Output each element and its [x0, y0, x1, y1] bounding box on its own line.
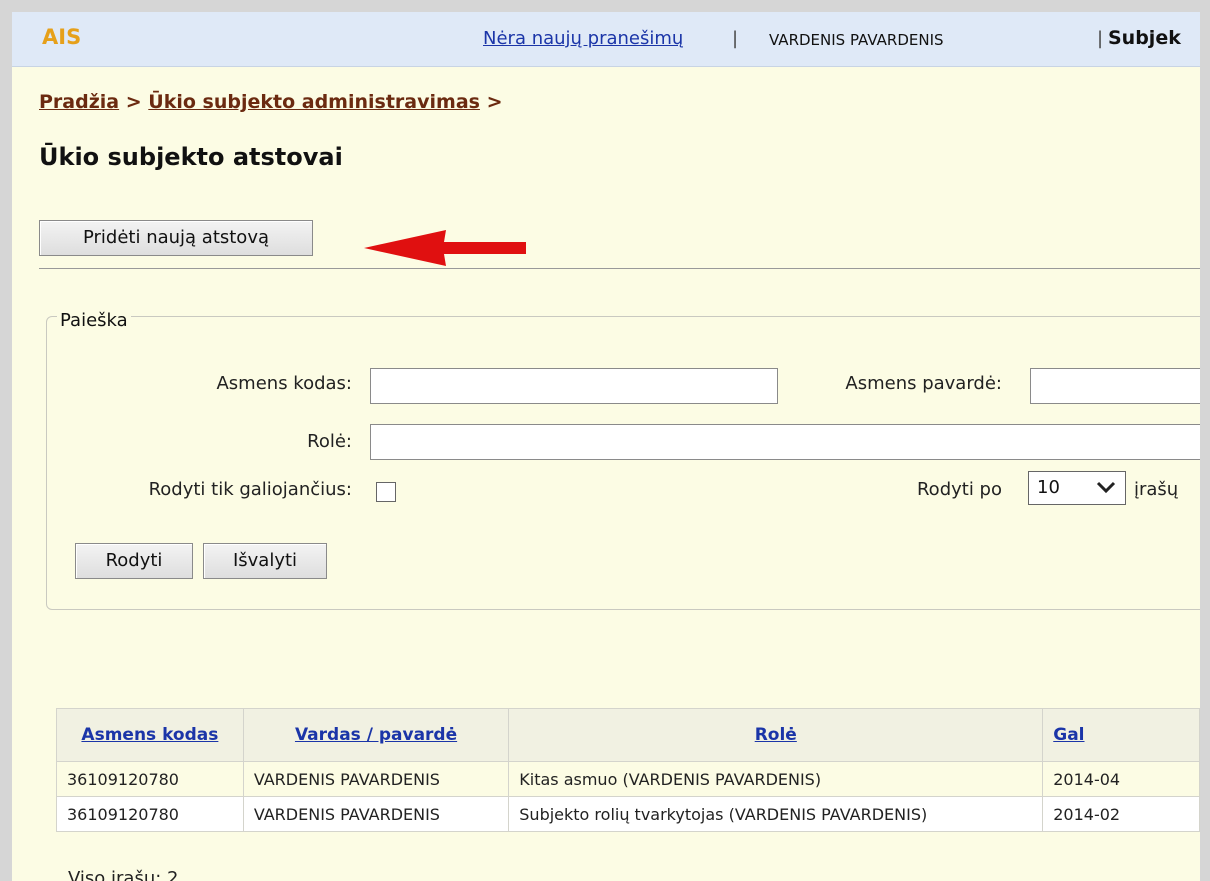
chevron-down-icon	[1096, 481, 1116, 494]
page-title: Ūkio subjekto atstovai	[39, 143, 343, 171]
clear-button[interactable]: Išvalyti	[203, 543, 327, 579]
valid-only-checkbox[interactable]	[376, 482, 396, 502]
personal-code-input[interactable]	[370, 368, 778, 404]
representatives-table: Asmens kodas Vardas / pavardė Rolė Gal 3…	[56, 708, 1200, 832]
page: AIS Nėra naujų pranešimų | VARDENIS PAVA…	[12, 12, 1200, 881]
user-name: VARDENIS PAVARDENIS	[769, 31, 944, 49]
valid-only-label: Rodyti tik galiojančius:	[148, 479, 352, 500]
column-header-role[interactable]: Rolė	[508, 708, 1044, 762]
breadcrumb-separator: >	[486, 91, 503, 113]
role-label: Rolė:	[307, 431, 352, 452]
page-size-suffix: įrašų	[1134, 479, 1179, 500]
red-arrow-icon	[364, 230, 526, 266]
breadcrumb-home-link[interactable]: Pradžia	[39, 91, 119, 113]
divider	[39, 268, 1200, 269]
cell-role: Kitas asmuo (VARDENIS PAVARDENIS)	[508, 761, 1044, 797]
cell-role: Subjekto rolių tvarkytojas (VARDENIS PAV…	[508, 796, 1044, 832]
role-input[interactable]	[370, 424, 1200, 460]
page-size-select[interactable]: 10	[1028, 471, 1126, 505]
search-panel-legend: Paieška	[57, 310, 131, 331]
page-size-value: 10	[1037, 477, 1060, 498]
cell-personal-code: 36109120780	[56, 761, 244, 797]
cell-personal-code: 36109120780	[56, 796, 244, 832]
total-records: Viso įrašų: 2	[68, 868, 179, 881]
cell-name: VARDENIS PAVARDENIS	[242, 761, 510, 797]
column-header-valid[interactable]: Gal	[1042, 708, 1200, 762]
header-separator: |	[732, 28, 739, 49]
top-bar: AIS Nėra naujų pranešimų | VARDENIS PAVA…	[12, 12, 1200, 67]
table-header-row: Asmens kodas Vardas / pavardė Rolė Gal	[56, 708, 1200, 762]
column-header-personal-code[interactable]: Asmens kodas	[56, 708, 244, 762]
surname-label: Asmens pavardė:	[845, 373, 1002, 394]
page-size-label: Rodyti po	[916, 479, 1002, 500]
brand-logo: AIS	[42, 25, 82, 49]
breadcrumb-section-link[interactable]: Ūkio subjekto administravimas	[148, 91, 480, 113]
cell-date: 2014-02	[1042, 796, 1200, 832]
header-separator: |	[1097, 28, 1104, 49]
personal-code-label: Asmens kodas:	[216, 373, 352, 394]
breadcrumb: Pradžia > Ūkio subjekto administravimas …	[39, 91, 503, 113]
messages-link[interactable]: Nėra naujų pranešimų	[483, 28, 683, 49]
subject-link[interactable]: Subjek	[1108, 27, 1181, 49]
surname-input[interactable]	[1030, 368, 1200, 404]
breadcrumb-separator: >	[125, 91, 142, 113]
show-button[interactable]: Rodyti	[75, 543, 193, 579]
cell-date: 2014-04	[1042, 761, 1200, 797]
table-row[interactable]: 36109120780 VARDENIS PAVARDENIS Subjekto…	[56, 796, 1200, 832]
column-header-name[interactable]: Vardas / pavardė	[242, 708, 510, 762]
add-representative-button[interactable]: Pridėti naują atstovą	[39, 220, 313, 256]
cell-name: VARDENIS PAVARDENIS	[242, 796, 510, 832]
table-row[interactable]: 36109120780 VARDENIS PAVARDENIS Kitas as…	[56, 761, 1200, 797]
